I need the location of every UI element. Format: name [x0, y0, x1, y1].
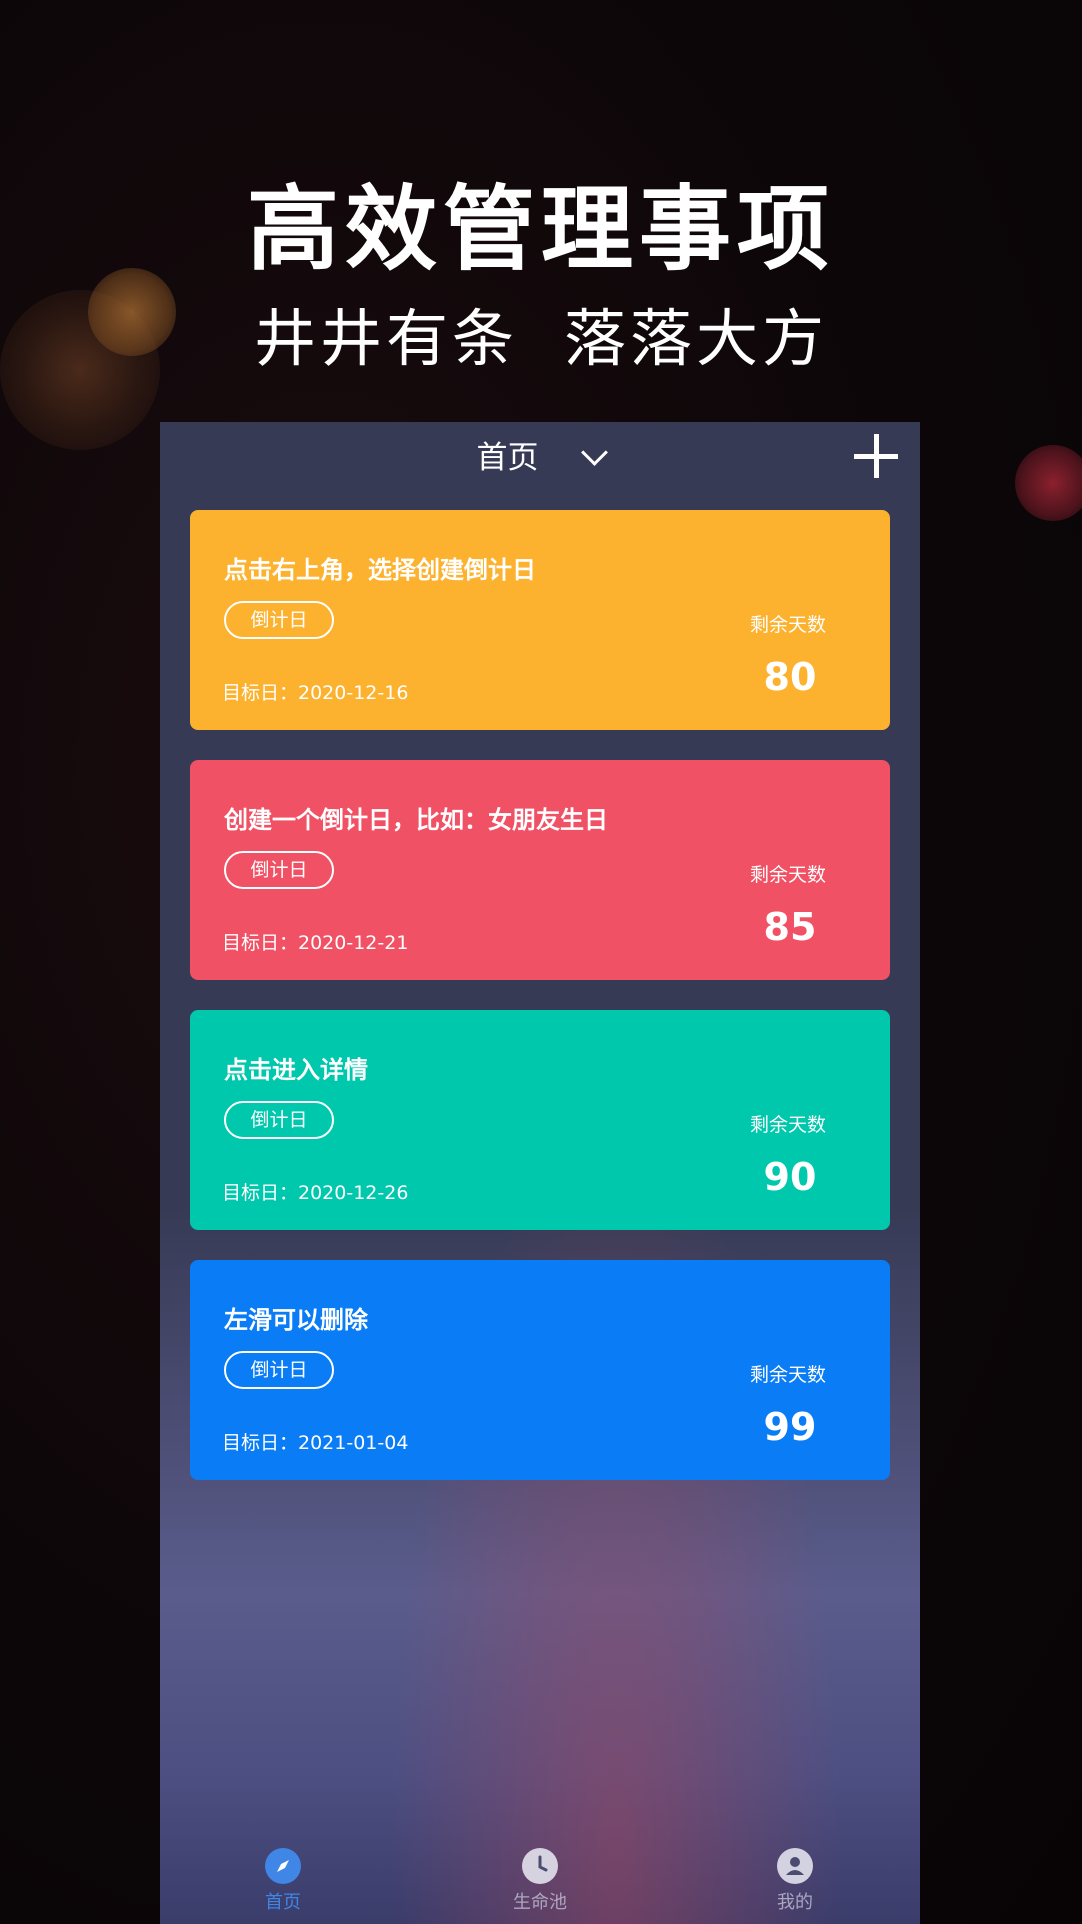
promo-subline-left: 井井有条	[253, 302, 518, 375]
promo-canvas: 高效管理事项 井井有条 落落大方 首页 点击右上角，选择创建倒计日 倒计日 目标日…	[0, 0, 1082, 1924]
card-title: 创建一个倒计日，比如：女朋友生日	[224, 806, 608, 834]
phone-screen: 首页 点击右上角，选择创建倒计日 倒计日 目标日：2020-12-16 剩余天数…	[160, 422, 920, 1924]
card-title: 左滑可以删除	[224, 1306, 368, 1334]
remaining-days-value: 99	[763, 1405, 817, 1449]
countdown-card[interactable]: 点击右上角，选择创建倒计日 倒计日 目标日：2020-12-16 剩余天数 80	[190, 510, 890, 730]
nav-item-label: 生命池	[513, 1892, 567, 1913]
compass-icon	[265, 1848, 301, 1884]
page-title: 首页	[476, 440, 539, 476]
top-bar: 首页	[160, 422, 920, 488]
card-title: 点击右上角，选择创建倒计日	[224, 556, 536, 584]
bottom-nav: 首页 生命池 我的	[160, 1834, 920, 1924]
remaining-days-value: 90	[763, 1155, 817, 1199]
clock-icon	[522, 1848, 558, 1884]
card-tag: 倒计日	[224, 1351, 334, 1389]
promo-headline: 高效管理事项	[246, 176, 835, 283]
card-tag: 倒计日	[224, 601, 334, 639]
countdown-card[interactable]: 点击进入详情 倒计日 目标日：2020-12-26 剩余天数 90	[190, 1010, 890, 1230]
card-target-date: 目标日：2020-12-26	[222, 1182, 409, 1204]
plus-icon[interactable]	[854, 434, 898, 478]
nav-item-mine[interactable]: 我的	[735, 1848, 855, 1914]
card-title: 点击进入详情	[224, 1056, 368, 1084]
chevron-down-icon	[580, 439, 608, 466]
nav-item-home[interactable]: 首页	[223, 1848, 343, 1914]
remaining-days-label: 剩余天数	[750, 864, 827, 886]
remaining-days-label: 剩余天数	[750, 1114, 827, 1136]
promo-subline: 井井有条 落落大方	[0, 288, 1082, 378]
user-icon	[777, 1848, 813, 1884]
nav-item-label: 首页	[265, 1892, 301, 1913]
nav-item-label: 我的	[777, 1892, 813, 1913]
remaining-days-label: 剩余天数	[750, 614, 827, 636]
countdown-card[interactable]: 创建一个倒计日，比如：女朋友生日 倒计日 目标日：2020-12-21 剩余天数…	[190, 760, 890, 980]
promo-subline-right: 落落大方	[564, 302, 829, 375]
bokeh-light	[1015, 445, 1082, 521]
card-tag: 倒计日	[224, 1101, 334, 1139]
card-tag: 倒计日	[224, 851, 334, 889]
countdown-card[interactable]: 左滑可以删除 倒计日 目标日：2021-01-04 剩余天数 99	[190, 1260, 890, 1480]
remaining-days-label: 剩余天数	[750, 1364, 827, 1386]
page-selector[interactable]: 首页	[160, 432, 920, 477]
nav-item-life-pool[interactable]: 生命池	[480, 1848, 600, 1914]
remaining-days-value: 85	[763, 905, 817, 949]
card-target-date: 目标日：2020-12-21	[222, 932, 409, 954]
card-target-date: 目标日：2020-12-16	[222, 682, 409, 704]
remaining-days-value: 80	[763, 655, 817, 699]
card-target-date: 目标日：2021-01-04	[222, 1432, 409, 1454]
